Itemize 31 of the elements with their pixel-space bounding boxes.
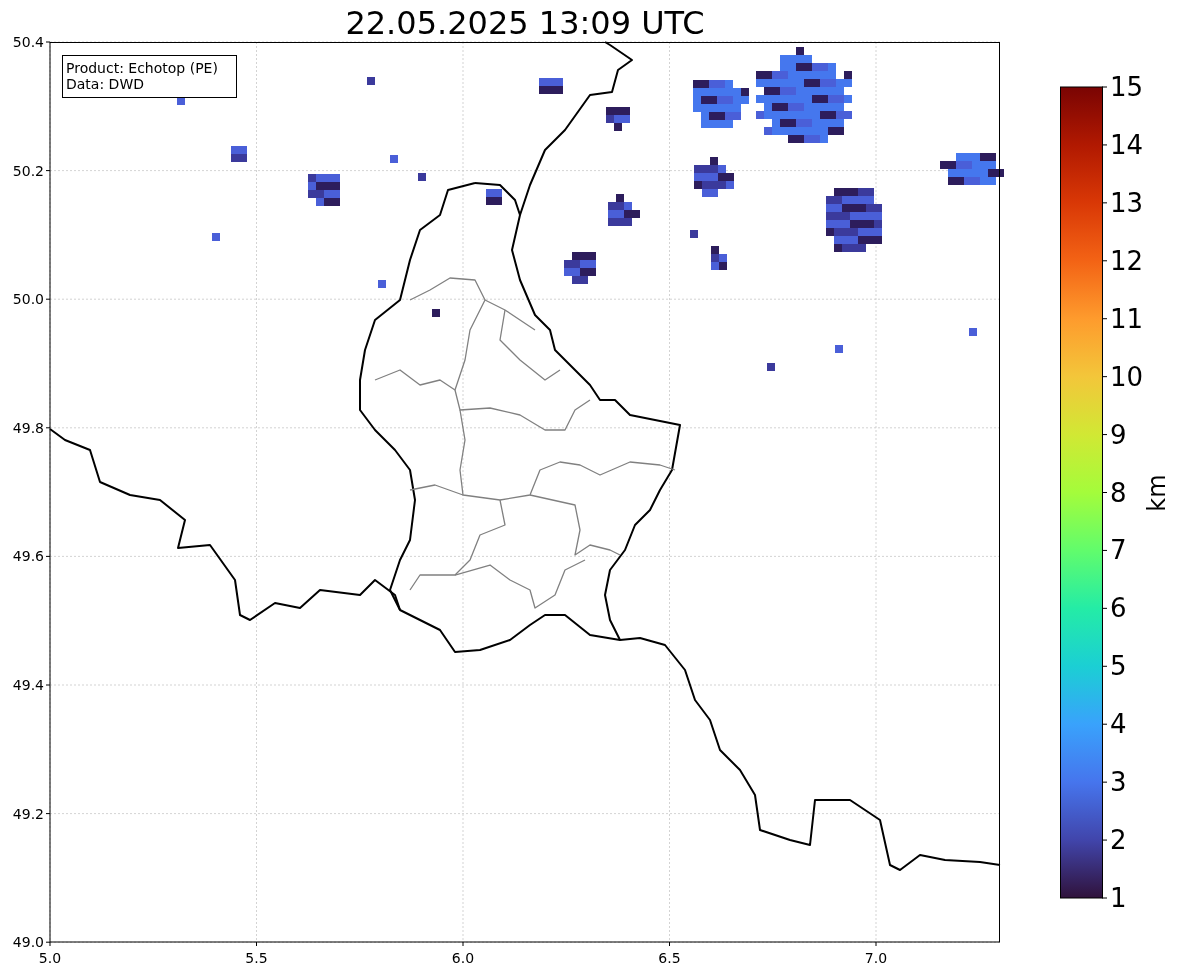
y-axis-tick-label: 49.8 bbox=[12, 419, 44, 436]
y-axis-tick-label: 49.6 bbox=[12, 548, 44, 565]
colorbar-tick-label: 6 bbox=[1110, 593, 1127, 624]
x-axis-tick-label: 5.5 bbox=[245, 950, 268, 966]
y-axis-tick-label: 50.2 bbox=[12, 162, 44, 179]
colorbar-tick-label: 13 bbox=[1110, 187, 1144, 218]
y-axis-tick-label: 49.2 bbox=[12, 805, 44, 822]
colorbar-tick-label: 14 bbox=[1110, 129, 1144, 160]
y-axis-tick-label: 50.4 bbox=[12, 34, 44, 50]
colorbar-tick-label: 5 bbox=[1110, 651, 1127, 682]
colorbar-tick-label: 12 bbox=[1110, 245, 1144, 276]
colorbar-tick-label: 10 bbox=[1110, 361, 1144, 392]
y-axis-tick-label: 49.0 bbox=[12, 934, 44, 951]
colorbar-tick-label: 7 bbox=[1110, 535, 1127, 566]
x-axis-tick-label: 5.0 bbox=[38, 950, 62, 966]
x-axis-tick-label: 7.0 bbox=[864, 950, 888, 966]
colorbar-tick-label: 9 bbox=[1110, 419, 1127, 450]
y-axis-tick-label: 50.0 bbox=[12, 291, 44, 308]
colorbar-tick-label: 3 bbox=[1110, 767, 1127, 798]
colorbar-tick-label: 4 bbox=[1110, 709, 1127, 740]
info-box-text: Data: DWD bbox=[66, 76, 144, 92]
colorbar-tick-label: 15 bbox=[1110, 72, 1144, 102]
colorbar-tick-label: 1 bbox=[1110, 883, 1127, 913]
y-axis-tick-label: 49.4 bbox=[12, 677, 44, 693]
colorbar-tick-label: 11 bbox=[1110, 303, 1144, 334]
colorbar-label: km bbox=[1143, 474, 1171, 512]
colorbar-tick-label: 2 bbox=[1110, 825, 1127, 856]
x-axis-tick-label: 6.5 bbox=[658, 950, 681, 966]
info-box-text: Product: Echotop (PE) bbox=[66, 60, 218, 76]
x-axis-tick-label: 6.0 bbox=[451, 950, 475, 966]
colorbar-tick-label: 8 bbox=[1110, 477, 1127, 508]
